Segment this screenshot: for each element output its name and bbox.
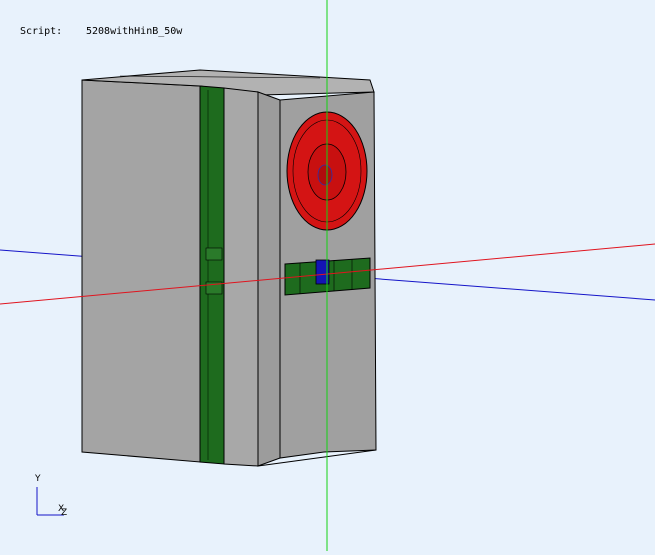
triad-z-label: Z bbox=[61, 508, 68, 518]
3d-viewport[interactable]: Script: 5208withHinB_50w Y X Z bbox=[0, 0, 655, 551]
script-name: 5208withHinB_50w bbox=[86, 26, 183, 37]
green-hinge-strip bbox=[199, 85, 225, 465]
cabinet-left-face bbox=[81, 79, 201, 463]
triad-y-label: Y bbox=[35, 474, 41, 484]
green-strip-notch bbox=[205, 247, 223, 261]
script-label: Script: bbox=[20, 26, 63, 37]
door-panel bbox=[223, 87, 259, 467]
scene-canvas[interactable] bbox=[0, 0, 655, 551]
red-speaker-center bbox=[317, 164, 333, 186]
